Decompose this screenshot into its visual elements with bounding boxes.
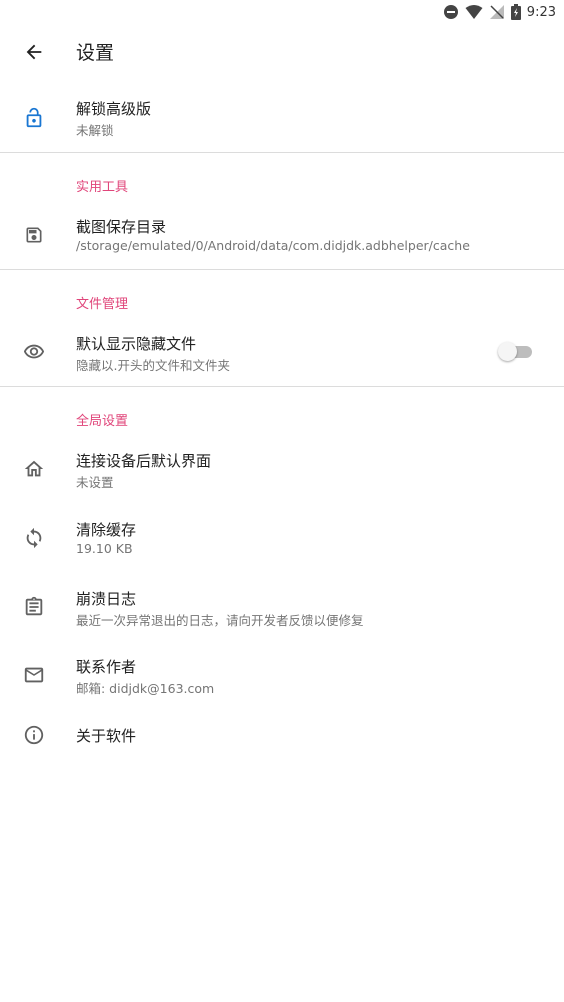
home-icon <box>22 457 46 481</box>
pref-crash-log[interactable]: 崩溃日志 最近一次异常退出的日志，请向开发者反馈以便修复 <box>0 578 564 638</box>
back-button[interactable] <box>18 36 50 68</box>
no-signal-icon <box>489 4 505 20</box>
pref-summary: 未解锁 <box>76 123 114 138</box>
pref-screenshot-dir[interactable]: 截图保存目录 /storage/emulated/0/Android/data/… <box>0 206 564 266</box>
info-icon <box>22 723 46 747</box>
pref-summary: 隐藏以.开头的文件和文件夹 <box>76 358 230 373</box>
sync-icon <box>22 526 46 550</box>
pref-title: 联系作者 <box>76 658 137 676</box>
pref-about[interactable]: 关于软件 <box>0 714 564 758</box>
pref-title: 崩溃日志 <box>76 590 137 608</box>
battery-charging-icon <box>510 4 521 20</box>
pref-title: 关于软件 <box>76 727 137 745</box>
pref-summary: 19.10 KB <box>76 541 133 556</box>
pref-summary: 邮箱: didjdk@163.com <box>76 681 215 696</box>
pref-summary: 最近一次异常退出的日志，请向开发者反馈以便修复 <box>76 613 364 628</box>
pref-title: 清除缓存 <box>76 521 137 539</box>
pref-show-hidden-files[interactable]: 默认显示隐藏文件 隐藏以.开头的文件和文件夹 <box>0 323 564 383</box>
category-tools: 实用工具 <box>76 180 129 195</box>
pref-title: 解锁高级版 <box>76 100 152 118</box>
switch-thumb <box>498 342 517 361</box>
divider <box>0 152 564 153</box>
eye-icon <box>22 340 46 364</box>
save-icon <box>22 223 46 247</box>
status-time: 9:23 <box>526 4 556 20</box>
pref-summary: /storage/emulated/0/Android/data/com.did… <box>76 238 470 253</box>
pref-clear-cache[interactable]: 清除缓存 19.10 KB <box>0 509 564 569</box>
category-files: 文件管理 <box>76 297 129 312</box>
do-not-disturb-icon <box>443 4 459 20</box>
arrow-back-icon <box>26 44 42 60</box>
app-bar: 设置 <box>0 24 564 80</box>
unlock-icon <box>22 106 46 130</box>
divider <box>0 269 564 270</box>
pref-contact-author[interactable]: 联系作者 邮箱: didjdk@163.com <box>0 646 564 706</box>
category-global: 全局设置 <box>76 414 129 429</box>
page-title: 设置 <box>76 42 115 64</box>
clipboard-icon <box>22 595 46 619</box>
pref-summary: 未设置 <box>76 475 114 490</box>
pref-title: 连接设备后默认界面 <box>76 452 212 470</box>
mail-icon <box>22 663 46 687</box>
pref-unlock-premium[interactable]: 解锁高级版 未解锁 <box>0 88 564 148</box>
pref-title: 截图保存目录 <box>76 218 167 236</box>
status-bar: 9:23 <box>0 0 564 24</box>
divider <box>0 386 564 387</box>
pref-title: 默认显示隐藏文件 <box>76 335 197 353</box>
wifi-icon <box>465 4 483 20</box>
pref-default-screen[interactable]: 连接设备后默认界面 未设置 <box>0 440 564 500</box>
hidden-files-switch[interactable] <box>498 341 532 361</box>
